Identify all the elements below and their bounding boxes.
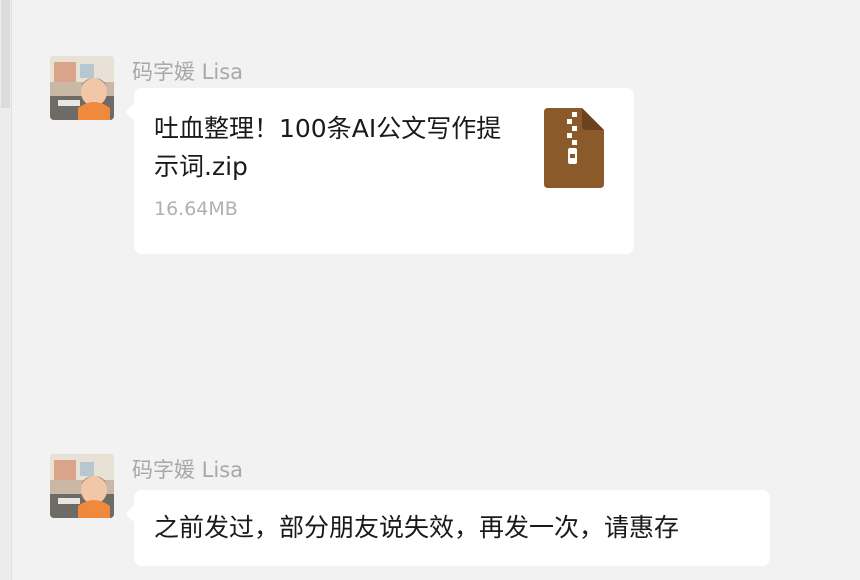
file-message-bubble[interactable]: 吐血整理！100条AI公文写作提示词.zip 16.64MB (134, 88, 634, 254)
avatar-photo (50, 56, 114, 120)
scrollbar-track[interactable] (0, 0, 12, 580)
text-message-bubble[interactable]: 之前发过，部分朋友说失效，再发一次，请惠存 (134, 490, 770, 566)
avatar[interactable] (50, 56, 114, 120)
chat-panel: 码字媛 Lisa 吐血整理！100条AI公文写作提示词.zip 16.64MB (0, 0, 860, 580)
message-text: 之前发过，部分朋友说失效，再发一次，请惠存 (154, 513, 680, 542)
sender-name: 码字媛 Lisa (132, 458, 244, 482)
zip-file-icon (544, 108, 604, 192)
avatar-photo (50, 454, 114, 518)
sender-name: 码字媛 Lisa (132, 60, 244, 84)
file-name: 吐血整理！100条AI公文写作提示词.zip (154, 114, 502, 181)
avatar[interactable] (50, 454, 114, 518)
file-size: 16.64MB (154, 198, 238, 220)
scrollbar-thumb[interactable] (1, 0, 10, 108)
